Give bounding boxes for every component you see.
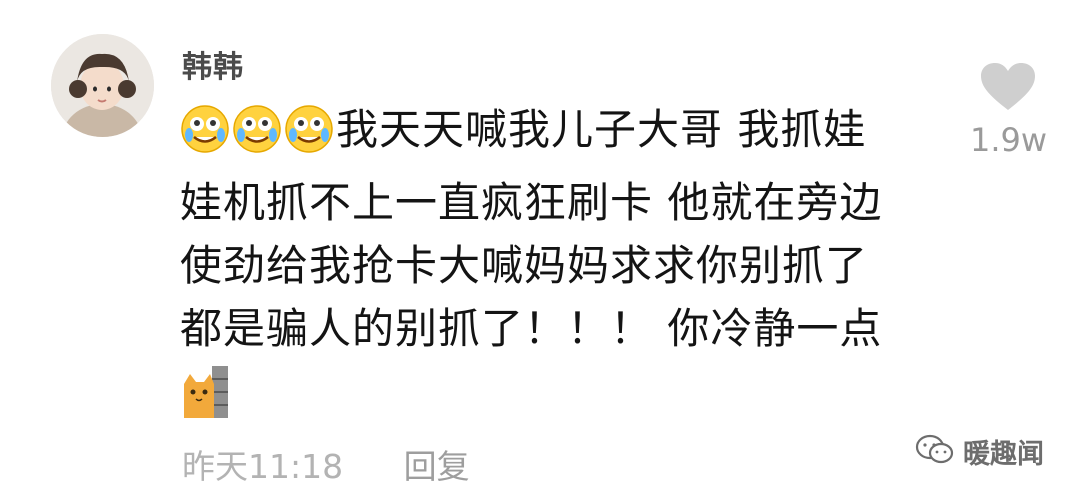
wechat-official-account-icon [915,434,955,470]
comment-line-4: 都是骗人的别抓了！！！ 你冷静一点 [180,304,883,353]
username[interactable]: 韩韩 [182,42,244,86]
comment-line-1: 我天天喊我儿子大哥 我抓娃 [180,98,940,171]
heart-icon[interactable] [980,62,1036,116]
comment-line-3: 使劲给我抢卡大喊妈妈求求你别抓了 [180,241,869,290]
comment-text: 我天天喊我儿子大哥 我抓娃 娃机抓不上一直疯狂刷卡 他就在旁边 使劲给我抢卡大喊… [180,98,940,435]
timestamp: 昨天11:18 [182,447,344,486]
crying-laughing-emoji-icon [232,104,282,171]
comment-meta: 昨天11:18 回复 [182,440,470,488]
cat-peeking-wall-icon [180,366,940,435]
comment-line-1-text: 我天天喊我儿子大哥 我抓娃 [336,105,867,154]
like-count: 1.9w [970,121,1048,159]
avatar-image [51,34,154,137]
reply-button[interactable]: 回复 [404,447,470,486]
crying-laughing-emoji-icon [180,104,230,171]
watermark-text: 暖趣闻 [963,439,1044,470]
watermark: 暖趣闻 [915,432,1044,471]
crying-laughing-emoji-icon [284,104,334,171]
comment-line-2: 娃机抓不上一直疯狂刷卡 他就在旁边 [180,178,883,227]
user-avatar[interactable] [51,34,154,137]
